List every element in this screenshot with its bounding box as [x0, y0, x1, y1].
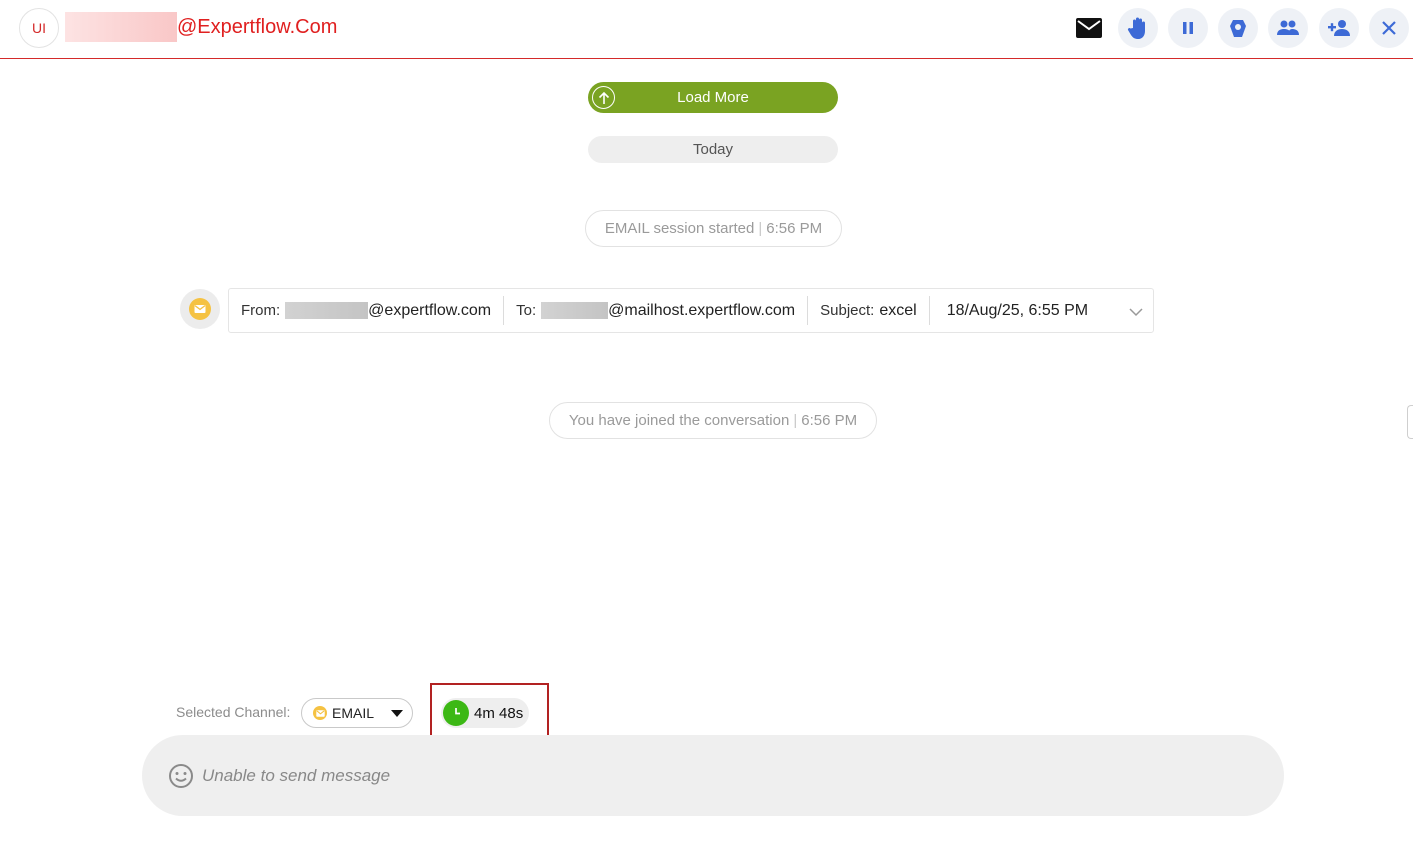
- customer-email-title: @Expertflow.Com: [65, 12, 337, 42]
- separator: |: [793, 412, 798, 429]
- group-icon[interactable]: [1268, 8, 1308, 48]
- agent-assist-icon[interactable]: [1218, 8, 1258, 48]
- from-value: @expertflow.com: [368, 301, 492, 319]
- arrow-up-icon: [592, 86, 615, 109]
- subject-value: excel: [879, 301, 917, 319]
- conversation-header: UI @Expertflow.Com: [0, 0, 1413, 59]
- to-value: @mailhost.expertflow.com: [608, 301, 796, 319]
- timer-value: 4m 48s: [474, 704, 524, 722]
- email-channel-avatar: [180, 289, 220, 329]
- avatar: UI: [19, 8, 59, 48]
- redacted-text: [285, 302, 369, 319]
- from-label: From:: [241, 302, 281, 319]
- date-divider: Today: [588, 136, 838, 163]
- session-started-text: EMAIL session started: [604, 220, 755, 237]
- conversation-timer: 4m 48s: [441, 698, 529, 728]
- redacted-text: [541, 302, 609, 319]
- subject-label: Subject:: [820, 302, 875, 319]
- load-more-button[interactable]: Load More: [588, 82, 838, 113]
- message-composer[interactable]: Unable to send message: [142, 735, 1284, 816]
- caret-down-icon: [391, 710, 403, 717]
- email-badge-icon: [189, 298, 211, 320]
- session-started-message: EMAIL session started | 6:56 PM: [585, 210, 842, 247]
- envelope-icon[interactable]: [1069, 8, 1109, 48]
- email-from: From: @expertflow.com: [229, 296, 505, 325]
- pause-icon[interactable]: [1168, 8, 1208, 48]
- redacted-text: [65, 12, 177, 42]
- add-person-icon[interactable]: [1319, 8, 1359, 48]
- joined-conversation-message: You have joined the conversation | 6:56 …: [549, 402, 877, 439]
- clock-icon: [443, 700, 469, 726]
- email-datetime: 18/Aug/25, 6:55 PM: [930, 296, 1100, 325]
- joined-time: 6:56 PM: [801, 412, 858, 429]
- load-more-label: Load More: [677, 89, 749, 106]
- customer-email-domain: @Expertflow.Com: [177, 15, 338, 38]
- to-label: To:: [516, 302, 537, 319]
- composer-placeholder: Unable to send message: [202, 765, 391, 785]
- raise-hand-icon[interactable]: [1118, 8, 1158, 48]
- close-icon[interactable]: [1369, 8, 1409, 48]
- email-to: To: @mailhost.expertflow.com: [504, 296, 809, 325]
- session-started-time: 6:56 PM: [766, 220, 823, 237]
- joined-text: You have joined the conversation: [568, 412, 790, 429]
- separator: |: [758, 220, 763, 237]
- smiley-icon[interactable]: [168, 763, 194, 789]
- channel-select[interactable]: EMAIL: [301, 698, 413, 728]
- channel-select-value: EMAIL: [332, 705, 375, 721]
- selected-channel-label: Selected Channel:: [176, 704, 291, 720]
- side-panel-tab[interactable]: [1407, 405, 1413, 439]
- email-subject: Subject: excel: [808, 296, 930, 325]
- chevron-down-icon[interactable]: [1129, 304, 1143, 322]
- email-message-card[interactable]: From: @expertflow.com To: @mailhost.expe…: [228, 288, 1154, 333]
- email-datetime-value: 18/Aug/25, 6:55 PM: [946, 301, 1089, 319]
- email-channel-icon: [313, 706, 327, 720]
